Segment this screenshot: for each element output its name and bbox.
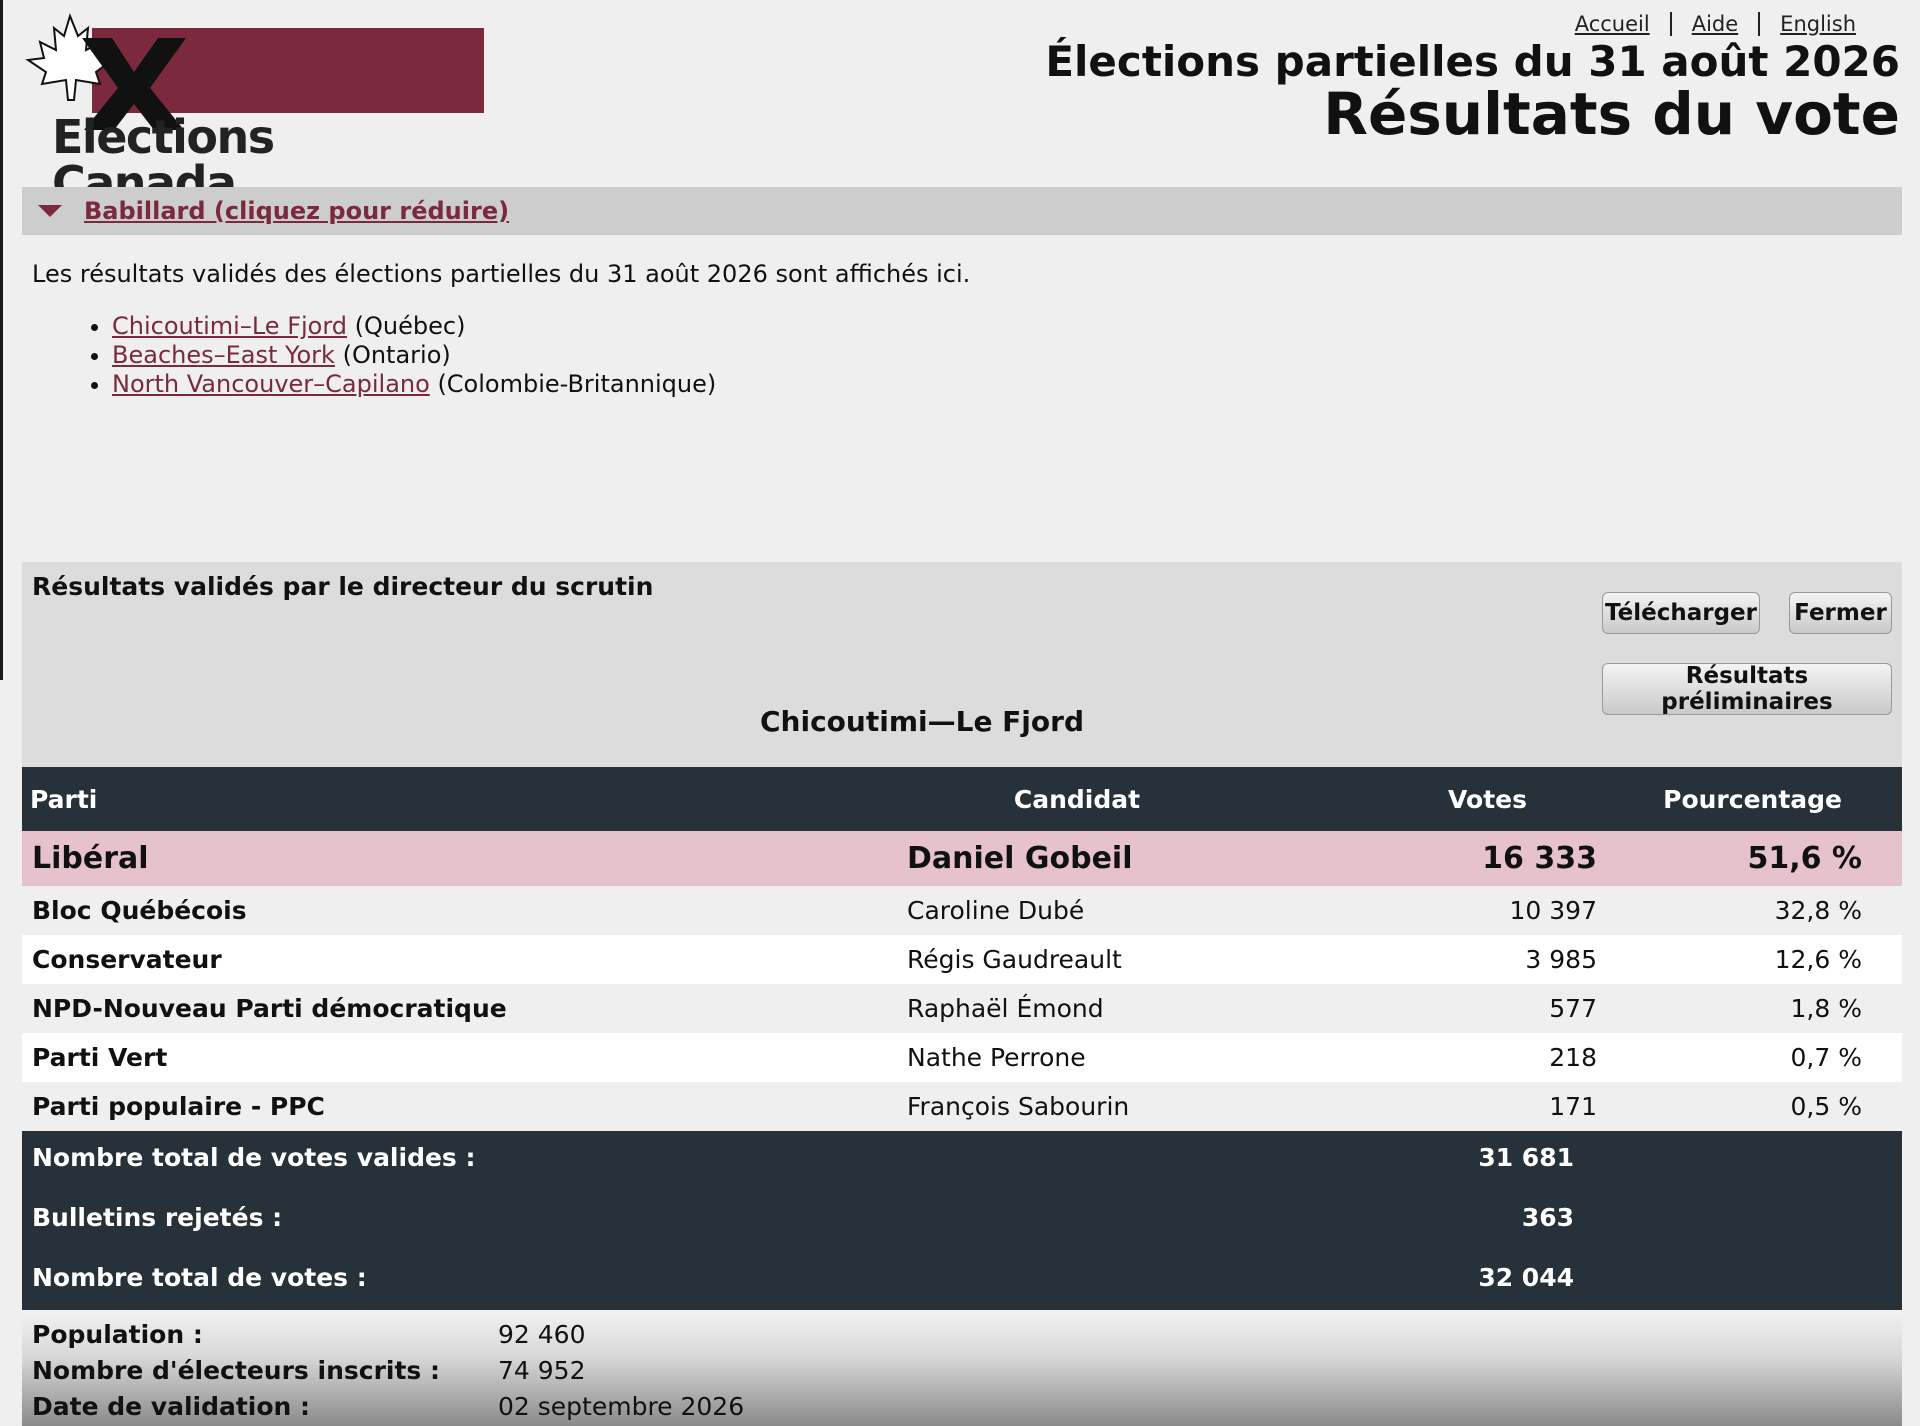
header-percent: Pourcentage xyxy=(1617,767,1902,831)
page-edge-rule xyxy=(0,0,3,680)
riding-link-chicoutimi[interactable]: Chicoutimi–Le Fjord xyxy=(112,312,347,340)
total-votes-label: Nombre total de votes : xyxy=(32,1263,367,1292)
party-cell: Parti Vert xyxy=(22,1033,897,1082)
percent-cell: 12,6 % xyxy=(1617,935,1902,984)
party-cell: NPD-Nouveau Parti démocratique xyxy=(22,984,897,1033)
table-row: Parti populaire - PPC François Sabourin … xyxy=(22,1082,1902,1131)
validation-date-row: Date de validation : 02 septembre 2026 xyxy=(32,1392,744,1421)
candidate-cell: Daniel Gobeil xyxy=(897,831,1257,886)
total-valid-value: 31 681 xyxy=(1478,1143,1574,1172)
babillard-toggle-link[interactable]: Babillard (cliquez pour réduire) xyxy=(84,197,509,225)
page-title-line1: Élections partielles du 31 août 2026 xyxy=(1045,37,1900,86)
riding-province: (Québec) xyxy=(354,312,466,340)
header-candidate: Candidat xyxy=(897,767,1257,831)
total-votes-value: 32 044 xyxy=(1478,1263,1574,1292)
validation-date-label: Date de validation : xyxy=(32,1392,311,1421)
list-item: North Vancouver–Capilano (Colombie-Brita… xyxy=(112,370,716,399)
votes-cell: 577 xyxy=(1257,984,1617,1033)
rejected-value: 363 xyxy=(1521,1203,1574,1232)
party-cell: Parti populaire - PPC xyxy=(22,1082,897,1131)
total-votes-row: Nombre total de votes : 32 044 xyxy=(32,1263,1574,1292)
header-party: Parti xyxy=(22,767,897,831)
link-aide[interactable]: Aide xyxy=(1669,12,1758,36)
results-panel: Résultats validés par le directeur du sc… xyxy=(22,562,1902,767)
votes-cell: 10 397 xyxy=(1257,886,1617,935)
percent-cell: 32,8 % xyxy=(1617,886,1902,935)
table-row-winner: Libéral Daniel Gobeil 16 333 51,6 % xyxy=(22,831,1902,886)
riding-list: Chicoutimi–Le Fjord (Québec) Beaches–Eas… xyxy=(82,312,716,399)
link-english[interactable]: English xyxy=(1758,12,1856,36)
electors-value: 74 952 xyxy=(498,1356,586,1385)
results-table: Parti Candidat Votes Pourcentage Libéral… xyxy=(22,767,1902,1131)
party-cell: Conservateur xyxy=(22,935,897,984)
table-header-row: Parti Candidat Votes Pourcentage xyxy=(22,767,1902,831)
table-row: Bloc Québécois Caroline Dubé 10 397 32,8… xyxy=(22,886,1902,935)
panel-title: Résultats validés par le directeur du sc… xyxy=(32,572,654,601)
list-item: Chicoutimi–Le Fjord (Québec) xyxy=(112,312,716,341)
babillard-toggle-bar[interactable]: Babillard (cliquez pour réduire) xyxy=(22,187,1902,235)
candidate-cell: Caroline Dubé xyxy=(897,886,1257,935)
table-row: Conservateur Régis Gaudreault 3 985 12,6… xyxy=(22,935,1902,984)
percent-cell: 0,7 % xyxy=(1617,1033,1902,1082)
party-cell: Libéral xyxy=(22,831,897,886)
population-value: 92 460 xyxy=(498,1320,586,1349)
riding-province: (Colombie-Britannique) xyxy=(437,370,717,398)
validation-date-value: 02 septembre 2026 xyxy=(498,1392,745,1421)
riding-title: Chicoutimi—Le Fjord xyxy=(760,705,1084,738)
bulletin-text: Les résultats validés des élections part… xyxy=(32,260,971,288)
candidate-cell: Régis Gaudreault xyxy=(897,935,1257,984)
candidate-cell: Nathe Perrone xyxy=(897,1033,1257,1082)
candidate-cell: François Sabourin xyxy=(897,1082,1257,1131)
top-navigation: Accueil Aide English xyxy=(1555,12,1856,36)
collapse-triangle-icon[interactable] xyxy=(38,205,62,217)
votes-cell: 218 xyxy=(1257,1033,1617,1082)
total-valid-label: Nombre total de votes valides : xyxy=(32,1143,476,1172)
percent-cell: 1,8 % xyxy=(1617,984,1902,1033)
candidate-cell: Raphaël Émond xyxy=(897,984,1257,1033)
votes-cell: 3 985 xyxy=(1257,935,1617,984)
riding-link-north-vancouver[interactable]: North Vancouver–Capilano xyxy=(112,370,430,398)
votes-cell: 16 333 xyxy=(1257,831,1617,886)
party-cell: Bloc Québécois xyxy=(22,886,897,935)
electors-label: Nombre d'électeurs inscrits : xyxy=(32,1356,440,1385)
percent-cell: 51,6 % xyxy=(1617,831,1902,886)
percent-cell: 0,5 % xyxy=(1617,1082,1902,1131)
table-row: Parti Vert Nathe Perrone 218 0,7 % xyxy=(22,1033,1902,1082)
total-valid-row: Nombre total de votes valides : 31 681 xyxy=(32,1143,1574,1172)
header-votes: Votes xyxy=(1257,767,1617,831)
list-item: Beaches–East York (Ontario) xyxy=(112,341,716,370)
elections-canada-logo[interactable]: Elections Canada xyxy=(22,10,484,206)
riding-link-beaches[interactable]: Beaches–East York xyxy=(112,341,335,369)
page-title: Élections partielles du 31 août 2026 Rés… xyxy=(1045,37,1900,149)
votes-cell: 171 xyxy=(1257,1082,1617,1131)
population-label: Population : xyxy=(32,1320,203,1349)
close-button[interactable]: Fermer xyxy=(1789,592,1892,634)
table-row: NPD-Nouveau Parti démocratique Raphaël É… xyxy=(22,984,1902,1033)
population-row: Population : 92 460 xyxy=(32,1320,585,1349)
link-accueil[interactable]: Accueil xyxy=(1555,12,1670,36)
riding-stats: Population : 92 460 Nombre d'électeurs i… xyxy=(22,1310,1902,1426)
riding-province: (Ontario) xyxy=(342,341,451,369)
download-button[interactable]: Télécharger xyxy=(1602,592,1760,634)
electors-row: Nombre d'électeurs inscrits : 74 952 xyxy=(32,1356,585,1385)
rejected-label: Bulletins rejetés : xyxy=(32,1203,283,1232)
page-title-line2: Résultats du vote xyxy=(1323,80,1900,149)
rejected-row: Bulletins rejetés : 363 xyxy=(32,1203,1574,1232)
totals-block: Nombre total de votes valides : 31 681 B… xyxy=(22,1131,1902,1310)
